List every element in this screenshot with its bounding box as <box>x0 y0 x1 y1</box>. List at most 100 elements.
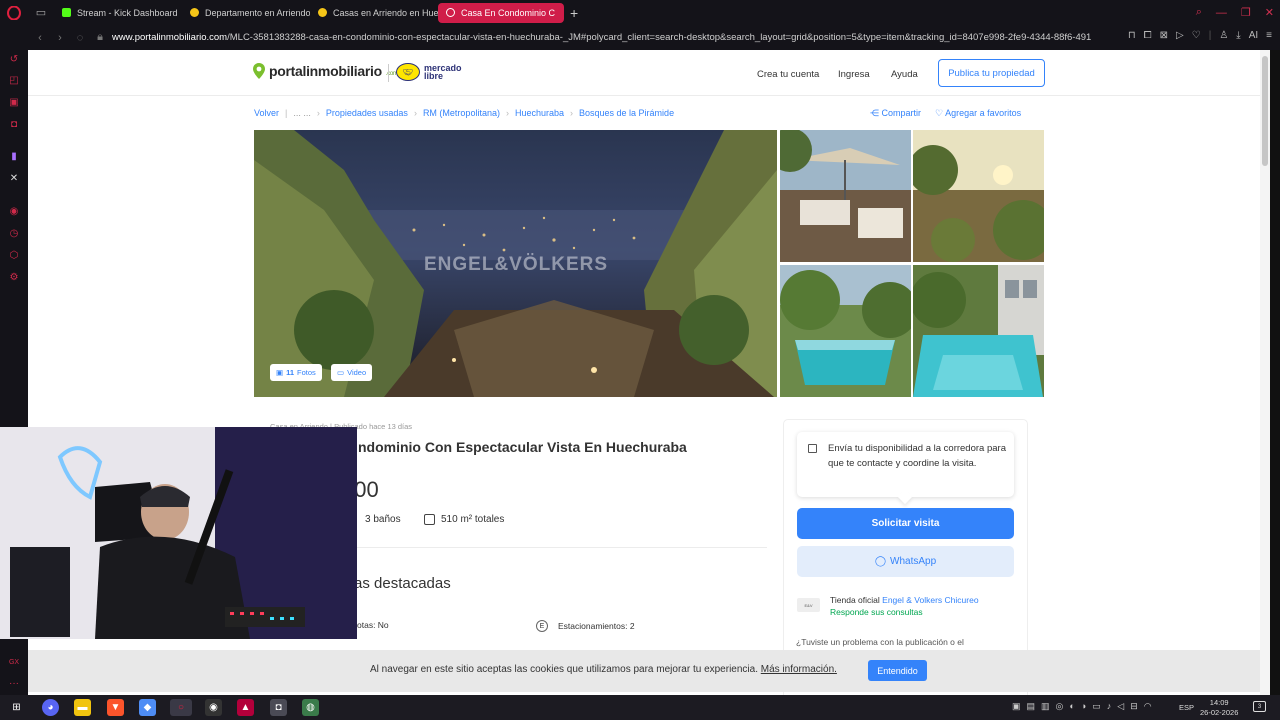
block-icon[interactable]: ⊠ <box>1160 30 1168 41</box>
clock[interactable]: 14:09 26-02-2026 <box>1200 698 1238 718</box>
minimize-icon[interactable]: — <box>1216 7 1227 19</box>
discord-icon[interactable]: ◕ <box>42 699 59 716</box>
search-tabs-icon[interactable]: ⌕ <box>1196 6 1202 19</box>
pets-label: otas: No <box>357 620 389 630</box>
report-problem-text[interactable]: ¿Tuviste un problema con la publicación … <box>796 637 964 647</box>
x-twitter-icon[interactable]: ✕ <box>7 171 21 185</box>
cookie-accept-button[interactable]: Entendido <box>868 660 927 681</box>
breadcrumb-ellipsis[interactable]: ... ... <box>293 108 311 118</box>
cookie-text: Al navegar en este sitio aceptas las coo… <box>370 664 758 675</box>
help-link[interactable]: Ayuda <box>891 69 918 80</box>
main-photo[interactable]: ENGEL&VÖLKERS ▣ 11 Fotos ▭ Video <box>254 130 777 397</box>
breadcrumb-item[interactable]: Huechuraba <box>515 108 564 118</box>
url-field[interactable]: www.portalinmobiliario.com/MLC-358138328… <box>112 32 1092 43</box>
play-icon[interactable]: ▷ <box>1176 30 1184 41</box>
back-link[interactable]: Volver <box>254 108 279 118</box>
mic-icon[interactable]: ♪ <box>1107 701 1112 712</box>
video-label: Video <box>347 368 367 377</box>
portalinmobiliario-logo[interactable]: portalinmobiliario .com <box>253 63 398 79</box>
new-tab-button[interactable]: + <box>564 5 584 21</box>
tab-kick[interactable]: Stream - Kick Dashboard <box>54 3 182 23</box>
brave-icon[interactable]: ▼ <box>107 699 124 716</box>
green-app-icon[interactable]: ◍ <box>302 699 319 716</box>
breadcrumb-item[interactable]: RM (Metropolitana) <box>423 108 500 118</box>
breadcrumb-separator: | <box>285 108 288 118</box>
clock-icon[interactable]: ◷ <box>7 226 21 240</box>
mercadolibre-logo[interactable]: 🤝︎ mercado libre <box>396 63 464 81</box>
kick-favicon-icon <box>62 8 71 17</box>
cookie-more-link[interactable]: Más información. <box>761 664 837 675</box>
windows-start-icon[interactable]: ⊞ <box>8 699 25 716</box>
heart-icon[interactable]: ♡ <box>1192 30 1201 41</box>
store-link[interactable]: Engel & Volkers Chicureo <box>882 595 978 605</box>
bag-icon[interactable]: ◰ <box>7 73 21 87</box>
area-icon <box>424 514 435 525</box>
back-icon[interactable]: ‹ <box>30 32 50 44</box>
gallery-thumbnail[interactable] <box>780 265 911 397</box>
notification-icon[interactable]: 3 <box>1253 701 1266 712</box>
tab-casas[interactable]: Casas en Arriendo en Hue <box>310 3 438 23</box>
box-icon[interactable]: ⬡ <box>7 248 21 262</box>
publish-property-button[interactable]: Publica tu propiedad <box>938 59 1045 87</box>
wifi-icon[interactable]: ◠ <box>1144 701 1152 712</box>
maximize-icon[interactable]: ❐ <box>1241 6 1251 19</box>
shield-app-icon[interactable]: ◘ <box>270 699 287 716</box>
login-link[interactable]: Ingresa <box>838 69 870 80</box>
workspaces-icon[interactable]: ▭ <box>28 0 54 25</box>
video-button[interactable]: ▭ Video <box>331 364 373 381</box>
tray-app-icon[interactable]: ▥ <box>1041 701 1050 712</box>
language-indicator[interactable]: ESP <box>1179 703 1194 712</box>
copilot-icon[interactable]: ◆ <box>139 699 156 716</box>
volume-icon[interactable]: ◁ <box>1117 701 1124 712</box>
obs-icon[interactable]: ◉ <box>205 699 222 716</box>
menu-icon[interactable]: ≡ <box>1266 30 1272 41</box>
twitch-icon[interactable]: ▮ <box>7 149 21 163</box>
network-icon[interactable]: ⊟ <box>1130 701 1138 712</box>
favorite-label: Agregar a favoritos <box>945 108 1022 118</box>
clock-time: 14:09 <box>1209 698 1229 707</box>
instagram-icon[interactable]: ◘ <box>7 117 21 131</box>
photos-button[interactable]: ▣ 11 Fotos <box>270 364 322 381</box>
steam-icon[interactable]: ◑ <box>1081 701 1086 712</box>
gallery-thumbnail[interactable] <box>780 130 911 262</box>
breadcrumb-item[interactable]: Bosques de la Pirámide <box>579 108 674 118</box>
stop-loading-icon[interactable]: ◌ <box>70 32 90 44</box>
forward-icon[interactable]: › <box>50 32 70 44</box>
favorite-button[interactable]: ♡ Agregar a favoritos <box>935 108 1021 119</box>
gallery-thumbnail[interactable] <box>913 130 1044 262</box>
close-window-icon[interactable]: ✕ <box>1265 6 1274 19</box>
gallery-thumbnail[interactable] <box>913 265 1044 397</box>
player-icon[interactable]: ◉ <box>7 204 21 218</box>
tray-app-icon[interactable]: ◎ <box>1056 701 1064 712</box>
download-icon[interactable]: ⤓ <box>1236 30 1240 41</box>
tray-app-icon[interactable]: ▭ <box>1092 701 1101 712</box>
red-app-icon[interactable]: ▲ <box>237 699 254 716</box>
tab-casa-condominio[interactable]: Casa En Condominio C ✕ <box>438 2 564 23</box>
tray-app-icon[interactable]: ▤ <box>1027 701 1036 712</box>
whatsapp-button[interactable]: ◯ WhatsApp <box>797 546 1014 577</box>
snapshot-icon[interactable]: ⧠ <box>1144 30 1152 41</box>
tab-departamento[interactable]: Departamento en Arriendo <box>182 3 310 23</box>
tray-app-icon[interactable]: ◐ <box>1069 701 1074 712</box>
opera-gx-taskbar-icon[interactable]: ○ <box>170 699 192 716</box>
history-icon[interactable]: ↺ <box>7 52 21 66</box>
tray-app-icon[interactable]: ▣ <box>1012 701 1021 712</box>
chat-icon[interactable]: ▣ <box>7 95 21 109</box>
more-icon[interactable]: ··· <box>7 676 21 690</box>
bookmark-icon[interactable]: ⊓ <box>1128 30 1136 41</box>
aria-icon[interactable]: AI <box>1249 30 1258 41</box>
settings-icon[interactable]: ⚙ <box>7 270 21 284</box>
profile-icon[interactable]: ♙ <box>1219 30 1228 41</box>
gx-icon[interactable]: GX <box>7 655 21 669</box>
request-visit-button[interactable]: Solicitar visita <box>797 508 1014 539</box>
share-label: Compartir <box>881 108 922 118</box>
scrollbar-thumb[interactable] <box>1262 56 1268 166</box>
opera-logo-icon[interactable] <box>0 0 28 25</box>
pool-house-image <box>913 265 1044 397</box>
scrollbar[interactable] <box>1260 50 1270 695</box>
photos-label: Fotos <box>297 368 316 377</box>
share-button[interactable]: ⋲ Compartir <box>870 108 921 119</box>
breadcrumb-item[interactable]: Propiedades usadas <box>326 108 408 118</box>
file-explorer-icon[interactable]: ▬ <box>74 699 91 716</box>
create-account-link[interactable]: Crea tu cuenta <box>757 69 819 80</box>
